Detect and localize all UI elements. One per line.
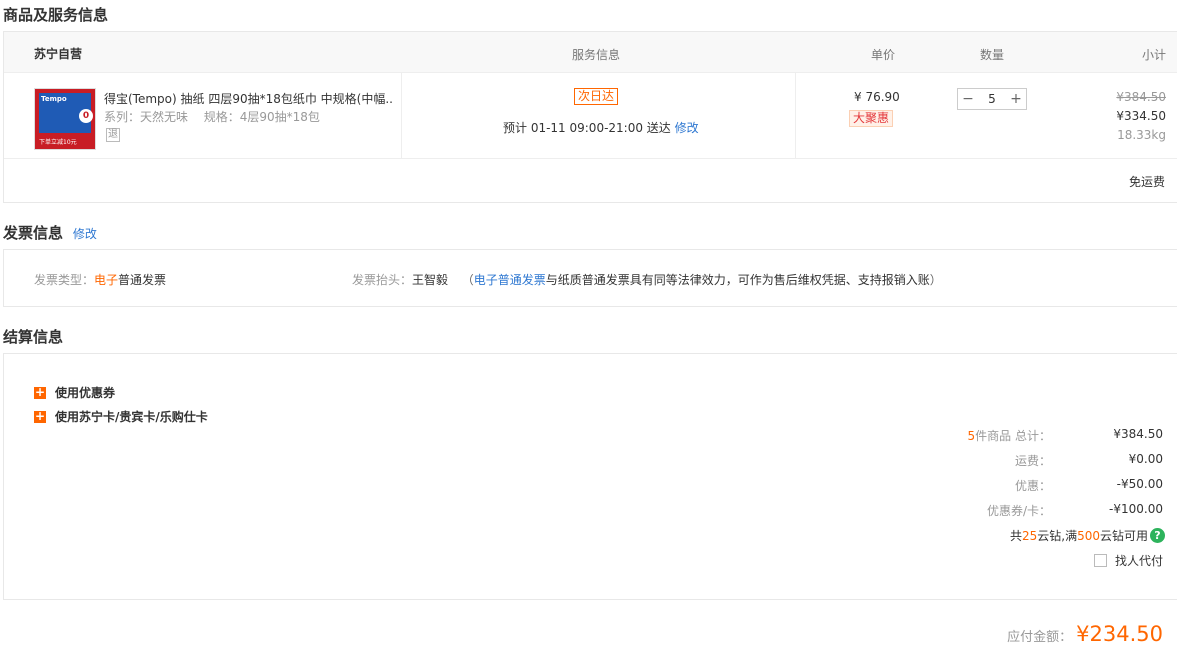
invoice-header-label: 发票抬头： (352, 273, 413, 287)
invoice-note-text: 与纸质普通发票具有同等法律效力，可作为售后维权凭据、支持报销入账 (545, 273, 930, 287)
expand-icon: + (34, 384, 46, 399)
col-quantity: 数量 (980, 48, 1005, 62)
store-name: 苏宁自营 (34, 47, 83, 61)
series-value: 天然无味 (140, 110, 189, 124)
table-row: Tempo 0 下单立减10元 得宝(Tempo) 抽纸 四层90抽*18包纸巾… (4, 73, 1177, 159)
item-weight: 18.33kg (1117, 128, 1166, 142)
invoice-note-link[interactable]: 电子普通发票 (474, 273, 546, 287)
subtotal: ¥334.50 (1116, 109, 1166, 123)
quantity-minus-button[interactable]: − (958, 91, 978, 107)
expand-icon: + (34, 408, 46, 423)
help-icon[interactable]: ? (1150, 528, 1165, 543)
coupon-label: 优惠券/卡： (986, 504, 1051, 518)
quantity-value[interactable]: 5 (978, 92, 1006, 106)
summary-count: 5件商品 总计： (968, 427, 1051, 444)
return-tag: 退 (106, 128, 120, 142)
quantity-plus-button[interactable]: + (1006, 91, 1026, 107)
invoice-box: 发票类型：电子普通发票 发票抬头：王智毅 （电子普通发票与纸质普通发票具有同等法… (3, 249, 1177, 307)
delivery-modify-link[interactable]: 修改 (675, 121, 699, 135)
divider (795, 73, 796, 158)
yunzuan-info: 共 25 云钻,满 500 云钻可用 ? (1010, 527, 1165, 544)
invoice-modify-link[interactable]: 修改 (73, 227, 97, 241)
next-day-tag: 次日达 (574, 88, 619, 105)
discount-label: 优惠： (1014, 479, 1051, 493)
proxy-pay-label: 找人代付 (1114, 554, 1163, 568)
product-image[interactable]: Tempo 0 下单立减10元 (34, 88, 96, 150)
unit-price: ¥ 76.90 (854, 90, 900, 104)
invoice-type: 发票类型：电子普通发票 (34, 271, 166, 288)
product-attributes: 系列：天然无味 规格：4层90抽*18包 (104, 108, 320, 125)
settlement-section-title: 结算信息 (3, 328, 64, 346)
col-service: 服务信息 (572, 48, 621, 62)
yunzuan-mid: 云钻,满 (1037, 529, 1078, 543)
spec-label: 规格： (203, 110, 240, 124)
invoice-note-close: ） (929, 273, 942, 287)
col-subtotal: 小计 (1142, 48, 1167, 62)
discount-value: -¥50.00 (1116, 477, 1163, 491)
invoice-type-highlight: 电子 (94, 273, 119, 287)
shipping-label: 运费： (1014, 454, 1051, 468)
proxy-pay-option[interactable]: 找人代付 (1093, 552, 1163, 569)
use-card-label: 使用苏宁卡/贵宾卡/乐购仕卡 (55, 410, 208, 424)
yunzuan-count: 25 (1021, 528, 1038, 543)
yunzuan-prefix: 共 (1009, 529, 1022, 543)
use-coupon-toggle[interactable]: + 使用优惠券 (34, 384, 115, 401)
shipping-value: ¥0.00 (1128, 452, 1163, 466)
product-image-caption: 下单立减10元 (39, 139, 77, 146)
coupon-value: -¥100.00 (1109, 502, 1163, 516)
invoice-section-title: 发票信息 (3, 224, 64, 242)
payable-row: 应付金额： ¥234.50 (1007, 622, 1163, 646)
table-header: 苏宁自营 服务信息 单价 数量 小计 (4, 32, 1177, 73)
product-table: 苏宁自营 服务信息 单价 数量 小计 Tempo 0 下单立减10元 得宝(Te… (3, 31, 1177, 203)
summary-total: ¥384.50 (1113, 427, 1163, 441)
product-section-title: 商品及服务信息 (3, 6, 109, 24)
use-coupon-label: 使用优惠券 (55, 386, 116, 400)
product-image-number: 0 (79, 109, 93, 123)
shipping-note: 免运费 (1128, 175, 1165, 189)
settlement-box: + 使用优惠券 + 使用苏宁卡/贵宾卡/乐购仕卡 5件商品 总计： ¥384.5… (3, 353, 1177, 600)
col-unit-price: 单价 (871, 48, 896, 62)
invoice-header: 发票信息 修改 (3, 222, 97, 243)
quantity-stepper: − 5 + (957, 88, 1027, 110)
product-name[interactable]: 得宝(Tempo) 抽纸 四层90抽*18包纸巾 中规格(中幅... (104, 90, 394, 107)
invoice-note-open: （ (461, 273, 474, 287)
item-count-suffix: 件商品 总计： (975, 429, 1051, 443)
invoice-title-row: 发票抬头：王智毅 （电子普通发票与纸质普通发票具有同等法律效力，可作为售后维权凭… (352, 271, 942, 288)
delivery-estimate: 预计 01-11 09:00-21:00 送达 修改 (503, 119, 699, 136)
original-subtotal: ¥384.50 (1116, 90, 1166, 104)
product-image-badge: Tempo (41, 95, 67, 103)
delivery-estimate-text: 预计 01-11 09:00-21:00 送达 (503, 121, 671, 135)
yunzuan-threshold: 500 (1077, 528, 1100, 543)
series-label: 系列： (104, 110, 141, 124)
invoice-type-label: 发票类型： (34, 273, 95, 287)
invoice-header-value: 王智毅 (412, 273, 449, 287)
payable-amount: ¥234.50 (1076, 622, 1163, 646)
invoice-type-rest: 普通发票 (118, 273, 167, 287)
payable-label: 应付金额： (1007, 630, 1073, 645)
promo-tag: 大聚惠 (849, 110, 894, 127)
use-card-toggle[interactable]: + 使用苏宁卡/贵宾卡/乐购仕卡 (34, 408, 208, 425)
divider (401, 73, 402, 158)
yunzuan-suffix: 云钻可用 (1099, 529, 1148, 543)
proxy-pay-checkbox[interactable] (1093, 554, 1107, 567)
spec-value: 4层90抽*18包 (239, 110, 320, 124)
